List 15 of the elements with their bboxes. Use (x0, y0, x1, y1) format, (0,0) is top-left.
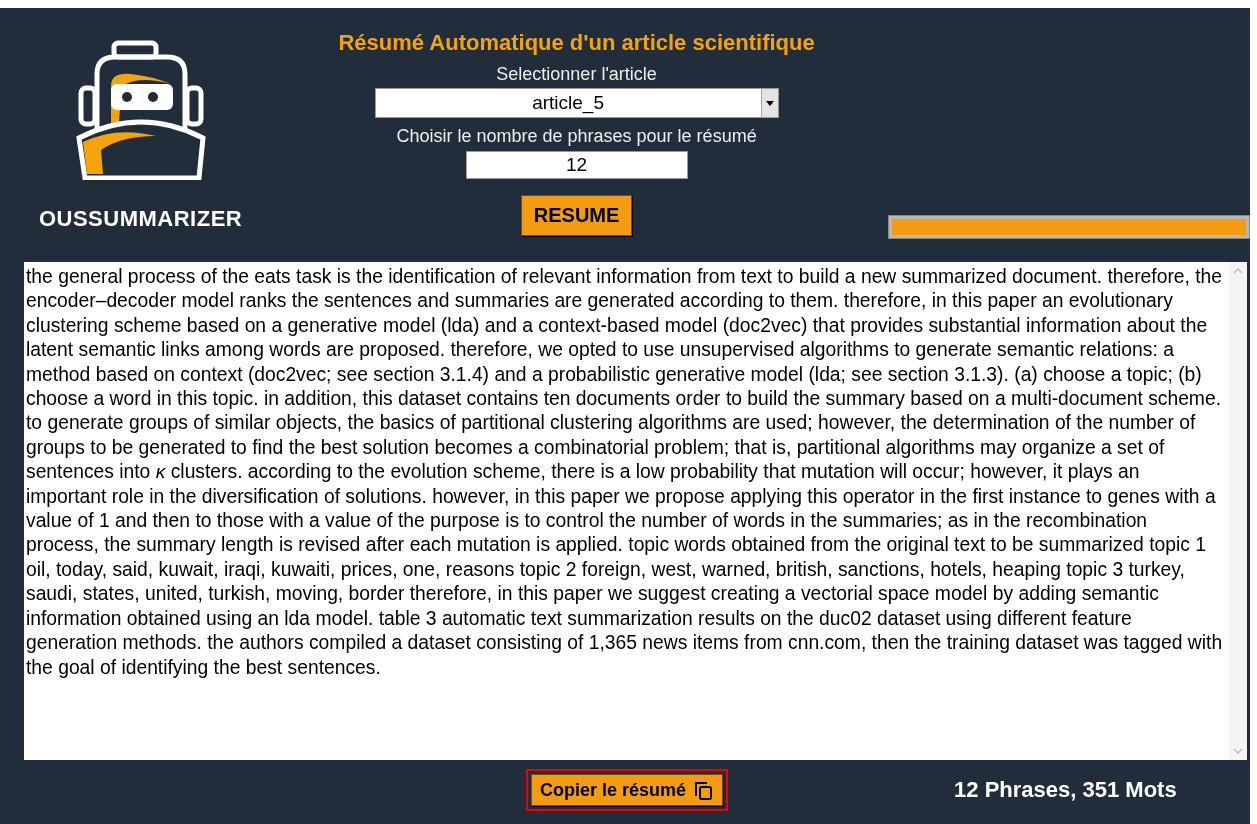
summary-text: the general process of the eats task is the identification of relevant information from text to build a new summarized document. therefore, the encoder–decoder model ranks the sentences and summaries are generated according to them. therefore, in this paper an evolutionary clustering scheme based on a generative model (lda) and a context-based model (doc2vec) that provides substantial information about the latent semantic links among words are proposed. therefore, we opted to use unsupervised algorithms to generate semantic relations: a method based on context (doc2vec; see section 3.1.4) and a probabilistic generative model (lda; see section 3.1.3). (a) choose a topic; (b) choose a word in this topic. in addition, this dataset contains ten documents order to build the summary based on a multi-document scheme. to generate groups of similar objects, the basics of partitional clustering algorithms are used; however, the determination of the number of groups to be generated to find the best solution becomes a combinatorial problem; that is, partitional algorithms may organize a set of sentences into κ clusters. according to the evolution scheme, there is a low probability that mutation will occur; however, it plays an important role in the diversification of solutions. however, in this paper we propose applying this operator in the first instance to genes with a value of 1 and then to those with a value of the purpose is to control the number of words in the summaries; as in the recombination process, the summary length is revised after each mutation is applied. topic words obtained from the original text to be summarized topic 1 oil, today, said, kuwait, iraqi, kuwaiti, prices, one, reasons topic 2 foreign, west, warned, british, sanctions, hotels, heaping topic 3 turkey, saudi, states, united, turkish, moving, border therefore, in this paper we suggest creating a vectorial space model by adding semantic information obtained using an lda model. table 3 automatic text summarization results on the duc02 dataset using different feature generation methods. the authors compiled a dataset consisting of 1,365 news items from cnn.com, then the training dataset was tagged with the goal of identifying the best sentences. (25, 265, 1224, 680)
summary-stats: 12 Phrases, 351 Mots (954, 777, 1177, 803)
dropdown-caret-icon (765, 100, 774, 106)
copy-icon (692, 779, 715, 801)
page-title: Résumé Automatique d'un article scientifique (338, 30, 815, 56)
copy-summary-button[interactable]: Copier le résumé (531, 774, 724, 806)
scroll-down-icon[interactable] (1233, 748, 1243, 754)
article-select[interactable]: article_5 (374, 88, 779, 118)
resume-button[interactable]: RESUME (520, 195, 633, 236)
select-label: Selectionner l'article (496, 64, 657, 85)
scroll-up-icon[interactable] (1233, 268, 1243, 274)
count-label: Choisir le nombre de phrases pour le résumé (396, 126, 757, 147)
summary-text-area[interactable] (24, 262, 1247, 760)
logo-name: OUSSUMMARIZER (38, 206, 243, 232)
sentence-count-field[interactable]: 12 (465, 151, 688, 179)
